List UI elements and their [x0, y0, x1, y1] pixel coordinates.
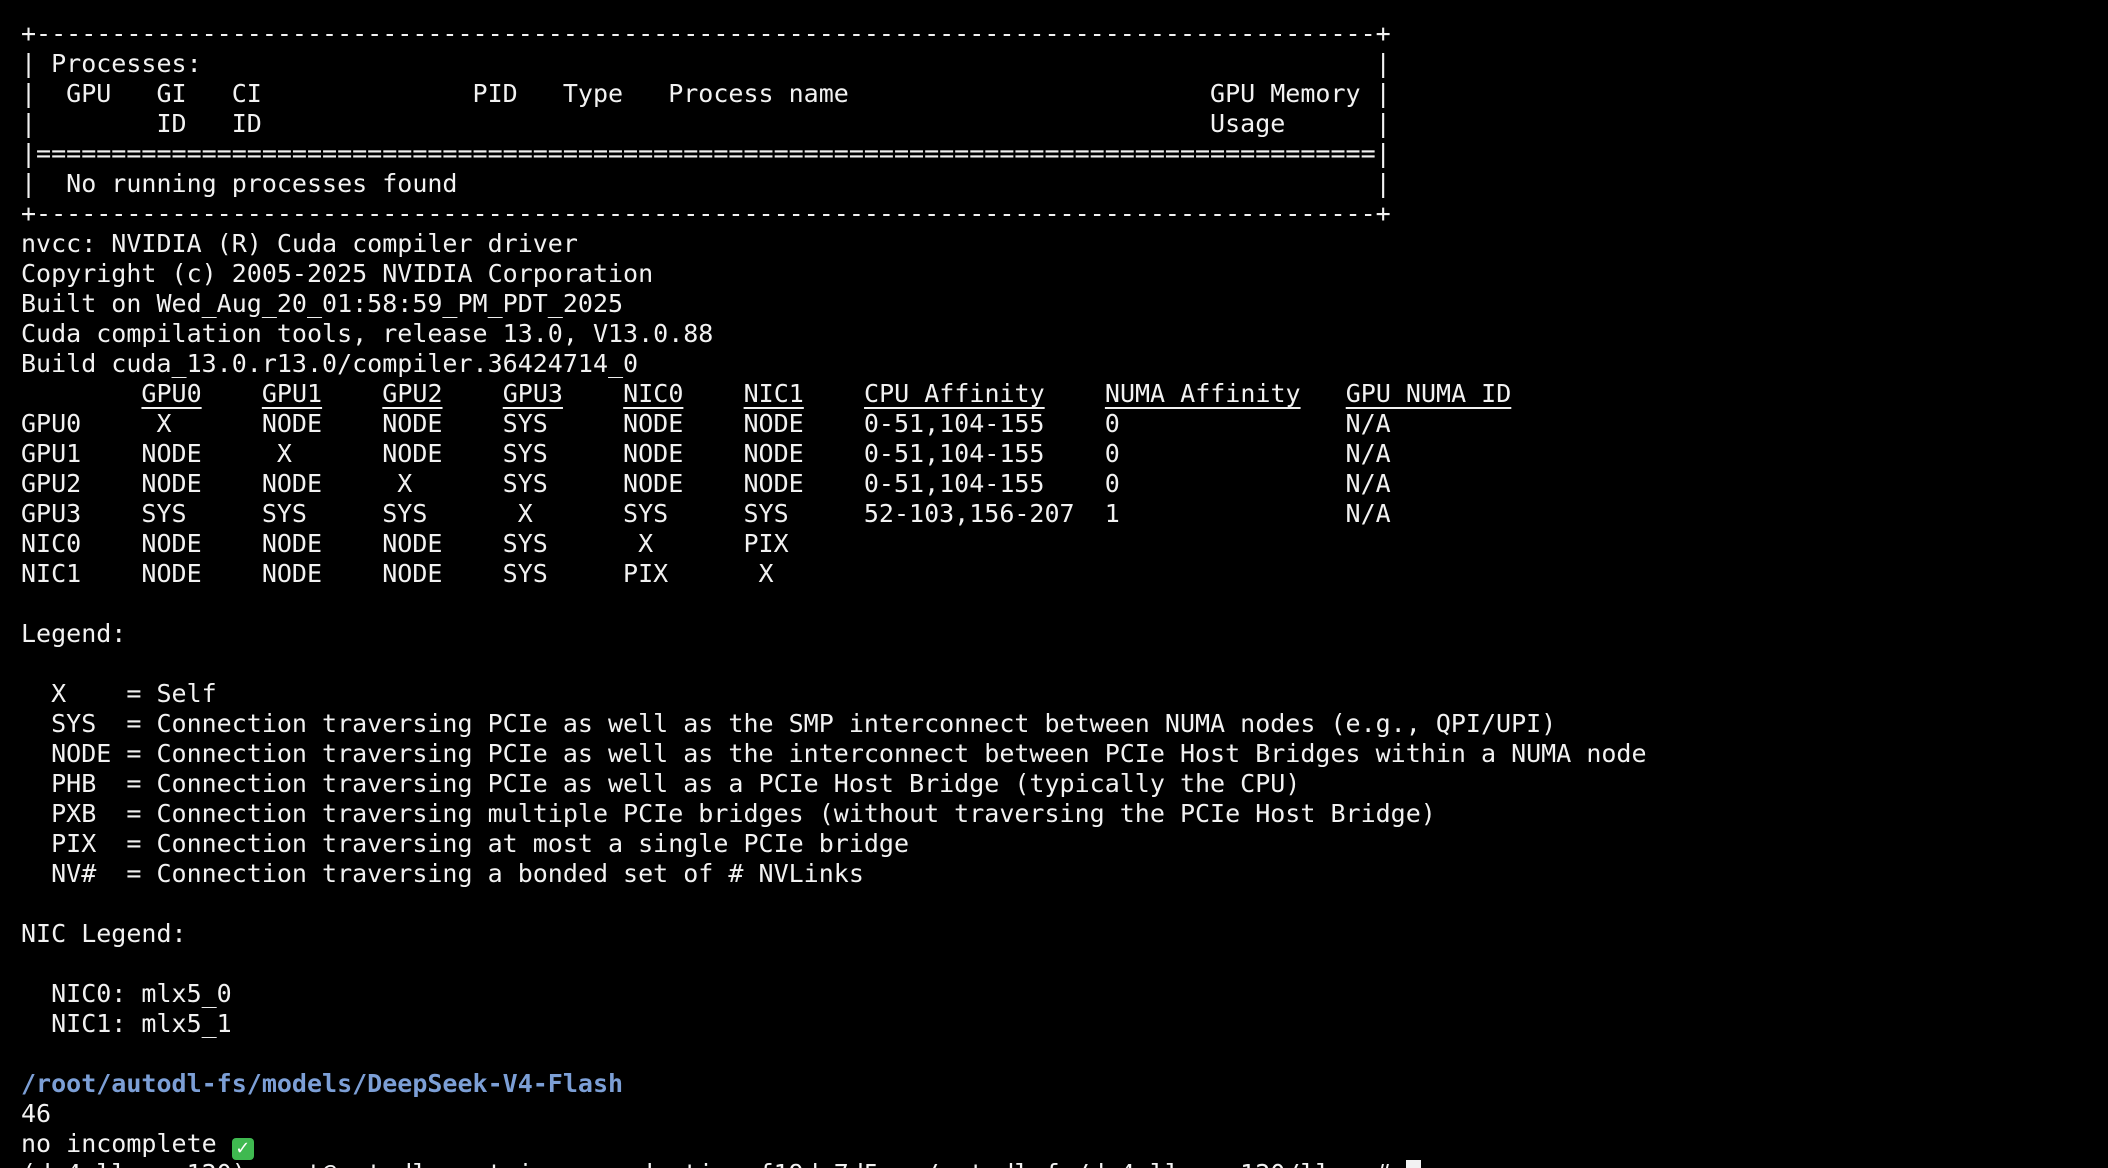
processes-header-2: | ID ID Usage |: [21, 109, 1391, 138]
shell-prompt[interactable]: (ds4-llama-120) root@autodl-container-pr…: [21, 1159, 2108, 1168]
topology-row: GPU2 NODE NODE X SYS NODE NODE 0-51,104-…: [21, 469, 1391, 498]
legend-item: PHB = Connection traversing PCIe as well…: [21, 769, 1301, 798]
nic-legend-title: NIC Legend:: [21, 919, 187, 948]
topology-row: NIC1 NODE NODE NODE SYS PIX X: [21, 559, 774, 588]
status-text: no incomplete: [21, 1129, 217, 1158]
topology-column-header: GPU NUMA ID: [1345, 379, 1512, 408]
topology-row: GPU1 NODE X NODE SYS NODE NODE 0-51,104-…: [21, 439, 1391, 468]
processes-border-top: +---------------------------------------…: [21, 19, 1391, 48]
nvcc-line: Copyright (c) 2005-2025 NVIDIA Corporati…: [21, 259, 654, 288]
legend-item: PXB = Connection traversing multiple PCI…: [21, 799, 1436, 828]
topology-row: NIC0 NODE NODE NODE SYS X PIX: [21, 529, 789, 558]
processes-header-1: | GPU GI CI PID Type Process name GPU Me…: [21, 79, 1391, 108]
processes-empty-message: | No running processes found |: [21, 169, 1391, 198]
legend-item: SYS = Connection traversing PCIe as well…: [21, 709, 1557, 738]
check-mark-icon: ✓: [231, 1138, 254, 1160]
topology-column-header: NIC1: [743, 379, 804, 408]
topology-column-header: GPU3: [502, 379, 563, 408]
legend-list: X = Self SYS = Connection traversing PCI…: [21, 679, 2108, 889]
model-path: /root/autodl-fs/models/DeepSeek-V4-Flash: [21, 1069, 624, 1098]
cursor: [1405, 1160, 1421, 1168]
terminal-output: +---------------------------------------…: [21, 19, 2108, 1168]
topology-header-row: GPU0 GPU1 GPU2 GPU3 NIC0 NIC1 CPU Affini…: [21, 379, 2108, 409]
legend-title: Legend:: [21, 619, 127, 648]
status-line: no incomplete ✓: [21, 1129, 2108, 1160]
nvcc-line: Build cuda_13.0.r13.0/compiler.36424714_…: [21, 349, 639, 378]
topology-column-header: GPU1: [261, 379, 323, 408]
terminal-window[interactable]: +---------------------------------------…: [0, 0, 2108, 1168]
nic-legend-list: NIC0: mlx5_0 NIC1: mlx5_1: [21, 979, 2108, 1039]
legend-item: NODE = Connection traversing PCIe as wel…: [21, 739, 1647, 768]
processes-separator: |=======================================…: [21, 139, 1391, 168]
topology-column-header: GPU0: [141, 379, 202, 408]
processes-title: | Processes: |: [21, 49, 1391, 78]
topology-row: GPU0 X NODE NODE SYS NODE NODE 0-51,104-…: [21, 409, 1391, 438]
processes-border-bottom: +---------------------------------------…: [21, 199, 1391, 228]
topology-matrix: GPU0 GPU1 GPU2 GPU3 NIC0 NIC1 CPU Affini…: [21, 379, 2108, 589]
topology-column-header: NIC0: [623, 379, 684, 408]
nic-legend-item: NIC1: mlx5_1: [21, 1009, 232, 1038]
nvcc-line: Cuda compilation tools, release 13.0, V1…: [21, 319, 714, 348]
topology-column-header: CPU Affinity: [864, 379, 1045, 408]
topology-column-header: NUMA Affinity: [1104, 379, 1301, 408]
nic-legend-item: NIC0: mlx5_0: [21, 979, 232, 1008]
prompt-text: (ds4-llama-120) root@autodl-container-pr…: [21, 1159, 1406, 1168]
nvcc-line: Built on Wed_Aug_20_01:58:59_PM_PDT_2025: [21, 289, 624, 318]
nvcc-line: nvcc: NVIDIA (R) Cuda compiler driver: [21, 229, 578, 258]
legend-item: X = Self: [21, 679, 217, 708]
topology-column-header: GPU2: [382, 379, 443, 408]
topology-row: GPU3 SYS SYS SYS X SYS SYS 52-103,156-20…: [21, 499, 1391, 528]
legend-item: NV# = Connection traversing a bonded set…: [21, 859, 864, 888]
legend-item: PIX = Connection traversing at most a si…: [21, 829, 910, 858]
file-count: 46: [21, 1099, 52, 1128]
